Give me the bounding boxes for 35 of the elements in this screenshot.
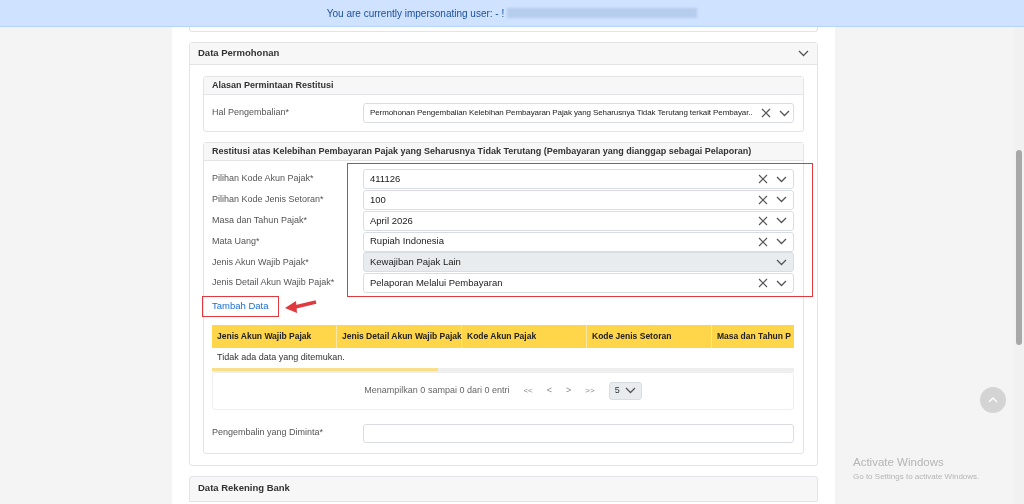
- last-page-button[interactable]: >>: [585, 384, 595, 397]
- field-label: Jenis Detail Akun Wajib Pajak*: [212, 276, 336, 290]
- column-header: Kode Jenis Setoran: [587, 324, 712, 348]
- column-header: Jenis Akun Wajib Pajak: [212, 324, 337, 348]
- field-label: Pengembalin yang Diminta*: [212, 426, 325, 440]
- card-header[interactable]: Data Rekening Bank: [189, 475, 818, 502]
- page-size-select[interactable]: 5: [608, 381, 642, 400]
- card-title: Data Permohonan: [198, 46, 280, 61]
- section-header: Restitusi atas Kelebihan Pembayaran Pajak yang Seharusnya Tidak Terutang (Pembayaran yang dianggap sebagai Pelaporan): [204, 143, 803, 161]
- select-field[interactable]: Rupiah Indonesia: [363, 231, 794, 252]
- field-label: Hal Pengembalian*: [212, 106, 291, 120]
- field-label: Masa dan Tahun Pajak*: [212, 214, 308, 227]
- pagination-info: Menampilkan 0 sampai 0 dari 0 entri: [364, 383, 510, 397]
- column-header: Kode Akun Pajak: [462, 324, 587, 348]
- empty-message: Tidak ada data yang ditemukan.: [216, 350, 346, 364]
- section-header: Alasan Permintaan Restitusi: [204, 77, 803, 95]
- activation-title: Activate Windows: [853, 455, 945, 470]
- select-field[interactable]: Permohonan Pengembalian Kelebihan Pembayaran Pajak yang Seharusnya Tidak Terutang terkait Pembayar..: [363, 103, 794, 123]
- field-label: Pilihan Kode Akun Pajak*: [212, 172, 315, 186]
- column-header: Masa dan Tahun P: [716, 329, 792, 343]
- first-page-button[interactable]: <<: [523, 384, 533, 397]
- banner-text: You are currently impersonating user: - !: [326, 6, 505, 21]
- select-field[interactable]: April 2026: [363, 210, 794, 231]
- next-page-button[interactable]: >: [566, 383, 572, 398]
- select-field[interactable]: 100: [363, 189, 794, 210]
- card-header[interactable]: Data Permohonan: [190, 43, 817, 65]
- field-label: Pilihan Kode Jenis Setoran*: [212, 193, 325, 207]
- column-header: Jenis Detail Akun Wajib Pajak: [337, 324, 462, 348]
- previous-page-button[interactable]: <: [546, 383, 553, 398]
- field-label: Jenis Akun Wajib Pajak*: [212, 255, 310, 269]
- add-data-link[interactable]: Tambah Data: [202, 296, 279, 317]
- select-field[interactable]: Pelaporan Melalui Pembayaran: [363, 273, 794, 294]
- select-field[interactable]: 411126: [363, 169, 794, 190]
- field-label: Mata Uang*: [212, 234, 261, 248]
- card-title: Data Rekening Bank: [198, 481, 290, 496]
